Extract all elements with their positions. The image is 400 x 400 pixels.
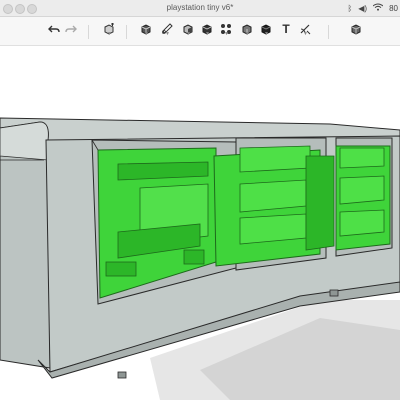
chevron-down-icon: ▼ — [224, 31, 229, 37]
chevron-down-icon: ▼ — [144, 31, 149, 37]
combine-icon[interactable]: ▼ — [200, 22, 214, 37]
battery-percent: 80 — [389, 3, 398, 13]
toolbar: ▼ ▼ ▼ ▼ ▼ ▼ ▼ ▼ T ▼ — [0, 17, 400, 46]
text-icon[interactable]: T — [279, 22, 293, 36]
chevron-down-icon: ▼ — [264, 31, 269, 37]
wifi-icon[interactable] — [372, 3, 384, 13]
redo-icon[interactable] — [64, 22, 78, 36]
chevron-down-icon: ▼ — [205, 31, 210, 37]
3d-viewport[interactable] — [0, 46, 400, 400]
pattern-icon[interactable]: ▼ — [219, 22, 233, 37]
chevron-down-icon: ▼ — [245, 31, 250, 37]
chevron-down-icon: ▼ — [165, 31, 170, 37]
pencil-icon[interactable]: ▼ — [160, 22, 174, 37]
toolbar-separator — [126, 25, 127, 39]
green-component-tray — [239, 145, 311, 173]
shell-icon[interactable]: ▼ — [181, 22, 195, 37]
undo-icon[interactable] — [47, 22, 61, 36]
green-component-connector — [105, 261, 137, 277]
enclosure-left-top-edge — [0, 121, 49, 161]
status-area: ᛒ ◀) 80 — [347, 0, 400, 16]
window-title: playstation tiny v6* — [166, 3, 234, 12]
green-component-spacer — [305, 155, 335, 251]
view-cube-icon[interactable] — [349, 22, 363, 36]
bluetooth-icon[interactable]: ᛒ — [347, 4, 352, 13]
volume-icon[interactable]: ◀) — [358, 4, 367, 13]
model-render[interactable] — [0, 46, 400, 400]
chevron-down-icon: ▼ — [186, 31, 191, 37]
box-icon[interactable]: ▼ — [139, 22, 153, 37]
foot — [329, 289, 339, 297]
green-component-tray — [239, 179, 307, 213]
toolbar-separator — [328, 25, 329, 39]
toolbar-separator — [88, 25, 89, 39]
green-component-tray — [339, 147, 385, 169]
sketch-icon[interactable]: ▼ — [102, 22, 116, 37]
measure-icon[interactable]: ▼ — [298, 22, 312, 37]
green-component-tray — [339, 209, 385, 237]
floor-shadow-dark — [200, 318, 400, 400]
menu-bar: playstation tiny v6* ᛒ ◀) 80 — [0, 0, 400, 17]
chevron-down-icon: ▼ — [107, 31, 112, 37]
green-component-connector — [183, 249, 205, 265]
extrude-icon[interactable]: ▼ — [259, 22, 273, 37]
solid-icon[interactable]: ▼ — [240, 22, 254, 37]
chevron-down-icon: ▼ — [303, 31, 308, 37]
foot — [117, 371, 127, 379]
green-component-tray — [339, 175, 385, 205]
